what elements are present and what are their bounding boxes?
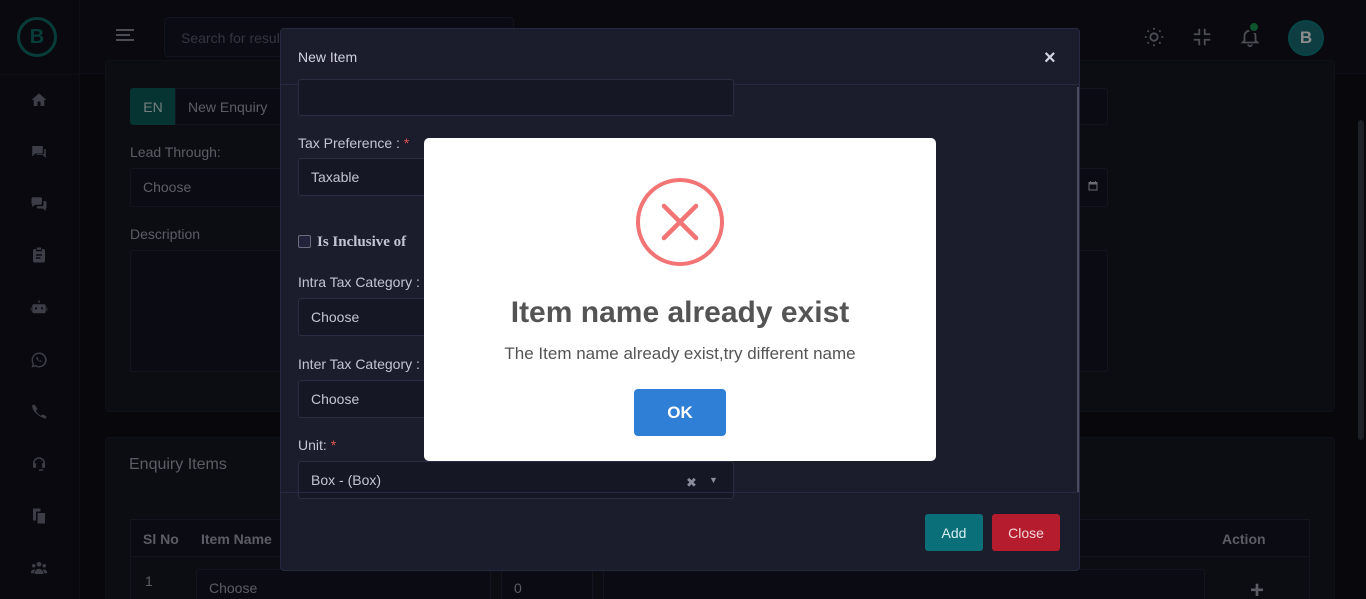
chevron-down-icon[interactable]: ▼ <box>709 475 718 485</box>
close-button[interactable]: Close <box>992 514 1060 551</box>
add-button[interactable]: Add <box>925 514 983 551</box>
unit-label: Unit: * <box>298 437 337 453</box>
modal-header: New Item × <box>281 29 1079 85</box>
alert-title: Item name already exist <box>510 296 850 329</box>
item-top-field[interactable] <box>298 79 734 116</box>
alert-message: The Item name already exist,try differen… <box>504 344 856 363</box>
modal-footer: Add Close <box>281 492 1079 570</box>
inclusive-tax-label: Is Inclusive of <box>317 234 407 250</box>
inclusive-tax-checkbox[interactable] <box>298 235 311 248</box>
modal-scrollbar[interactable] <box>1077 87 1079 492</box>
tax-preference-label: Tax Preference : * <box>298 135 410 151</box>
clear-selection-icon[interactable]: ✖ <box>686 475 697 491</box>
error-alert-dialog: Item name already exist The Item name al… <box>424 138 936 461</box>
intra-tax-label: Intra Tax Category : <box>298 274 420 290</box>
modal-close-icon[interactable]: × <box>1044 48 1056 68</box>
ok-button[interactable]: OK <box>634 389 726 436</box>
modal-title: New Item <box>298 49 358 65</box>
inter-tax-label: Inter Tax Category : <box>298 356 420 372</box>
error-x-icon <box>636 178 724 266</box>
